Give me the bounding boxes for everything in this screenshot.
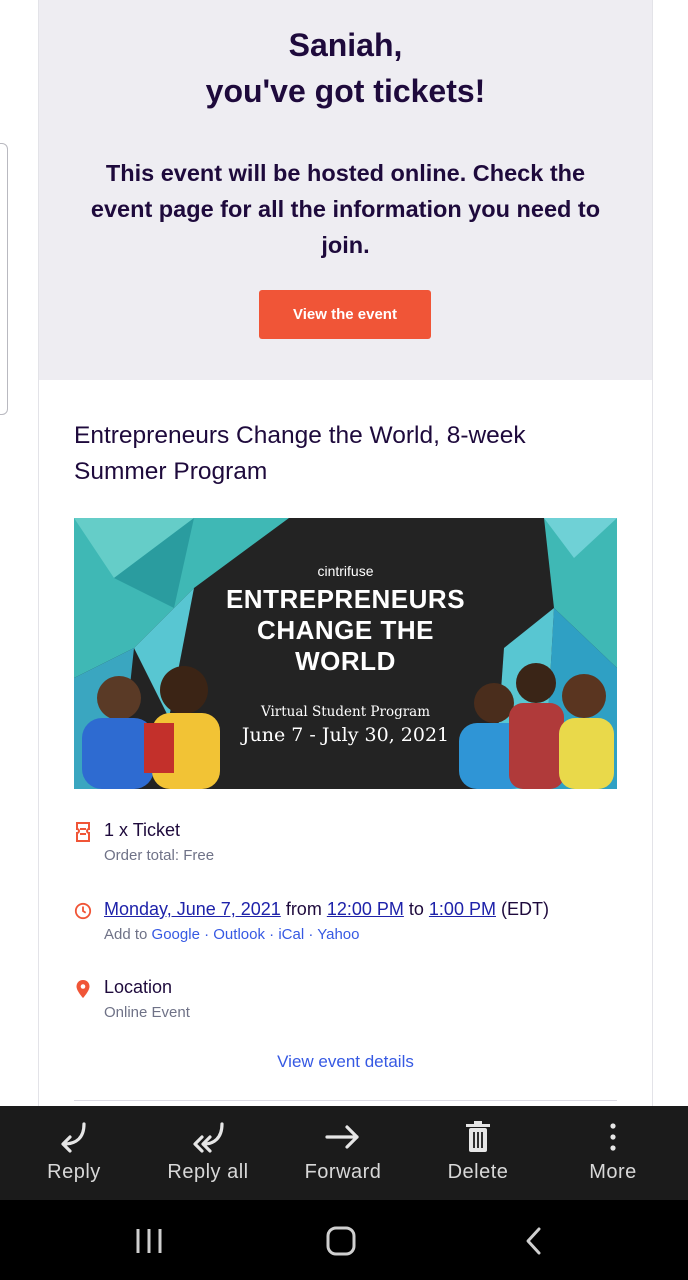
system-navigation-bar [0, 1200, 688, 1280]
headline-message: you've got tickets! [205, 73, 486, 109]
forward-label: Forward [304, 1161, 382, 1183]
headline-name: Saniah, [288, 27, 403, 63]
trash-icon [466, 1121, 490, 1152]
reply-icon [61, 1122, 86, 1153]
email-action-toolbar: Reply Reply all Forward Delete More [0, 1106, 688, 1200]
more-button[interactable]: More [553, 1106, 673, 1200]
event-datetime: Monday, June 7, 2021 from 12:00 PM to 1:… [104, 899, 549, 920]
email-body: Saniah, you've got tickets! This event w… [38, 0, 653, 1106]
start-time-link[interactable]: 12:00 PM [327, 899, 404, 919]
more-label: More [589, 1161, 637, 1183]
event-title: Entrepreneurs Change the World, 8-week S… [74, 422, 526, 485]
forward-button[interactable]: Forward [283, 1106, 403, 1200]
ticket-count: 1 x Ticket [104, 820, 181, 840]
location-label: Location [104, 977, 173, 997]
event-date-link[interactable]: Monday, June 7, 2021 [104, 899, 281, 919]
banner-title-line2: CHANGE THE [257, 615, 434, 645]
hero-section: Saniah, you've got tickets! This event w… [39, 0, 652, 380]
view-event-details-link[interactable]: View event details [39, 1052, 652, 1072]
separator: · [269, 926, 275, 943]
reply-all-label: Reply all [167, 1161, 249, 1183]
event-banner-image: cintrifuse ENTREPRENEURS CHANGE THE WORL… [74, 518, 617, 789]
calendar-google-link[interactable]: Google [152, 926, 200, 943]
delete-label: Delete [447, 1161, 509, 1183]
recent-apps-icon[interactable] [134, 1227, 164, 1255]
banner-subtitle: Virtual Student Program [260, 704, 431, 720]
banner-title-line1: ENTREPRENEURS [225, 584, 466, 614]
home-icon[interactable] [326, 1226, 356, 1256]
ticket-icon [76, 822, 90, 842]
banner-brand: cintrifuse [317, 563, 374, 579]
to-word: to [408, 899, 424, 919]
online-message: This event will be hosted online. Check … [90, 160, 601, 258]
calendar-outlook-link[interactable]: Outlook [213, 926, 265, 943]
reply-label: Reply [47, 1161, 101, 1183]
banner-dates: June 7 - July 30, 2021 [241, 724, 450, 746]
end-time-link[interactable]: 1:00 PM [429, 899, 496, 919]
back-icon[interactable] [522, 1226, 546, 1256]
calendar-ical-link[interactable]: iCal [278, 926, 304, 943]
clock-icon [74, 902, 92, 920]
calendar-yahoo-link[interactable]: Yahoo [317, 926, 359, 943]
reply-all-icon [193, 1122, 224, 1153]
banner-title: ENTREPRENEURS CHANGE THE WORLD [194, 584, 497, 677]
order-total: Order total: Free [104, 847, 215, 864]
divider [74, 1100, 617, 1101]
reply-button[interactable]: Reply [14, 1106, 134, 1200]
timezone: (EDT) [500, 899, 549, 919]
delete-button[interactable]: Delete [418, 1106, 538, 1200]
add-to-calendar: Add to Google · Outlook · iCal · Yahoo [104, 926, 360, 943]
banner-title-line3: WORLD [295, 646, 396, 676]
location-value: Online Event [104, 1004, 190, 1021]
more-vertical-icon [610, 1123, 616, 1151]
map-pin-icon [76, 980, 90, 998]
separator: · [204, 926, 210, 943]
add-to-label: Add to [104, 926, 148, 943]
view-event-button[interactable]: View the event [259, 290, 431, 339]
headline: Saniah, you've got tickets! [39, 22, 652, 114]
edge-panel-handle[interactable] [0, 143, 8, 415]
forward-icon [325, 1125, 359, 1149]
reply-all-button[interactable]: Reply all [148, 1106, 268, 1200]
from-word: from [285, 899, 322, 919]
separator: · [308, 926, 314, 943]
